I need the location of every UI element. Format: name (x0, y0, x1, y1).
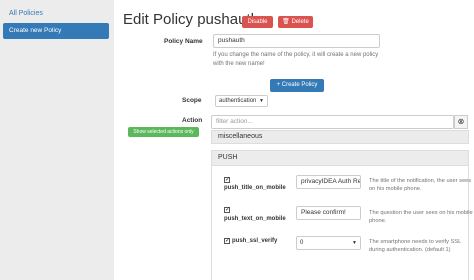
action-name-push-title-on-mobile: push_title_on_mobile (224, 185, 286, 191)
chevron-down-icon: ▼ (352, 240, 357, 246)
scope-select-value: authentication (219, 98, 257, 104)
policy-name-label: Policy Name (164, 38, 203, 45)
sidebar-item-create-new-policy[interactable]: Create new Policy (3, 23, 109, 39)
show-selected-actions-button[interactable]: Show selected actions only (128, 127, 199, 137)
push-title-on-mobile-input[interactable]: privacyIDEA Auth Re (296, 175, 361, 189)
checkmark-icon: ✓ (225, 238, 231, 244)
push-title-on-mobile-help: The title of the notification, the user … (369, 178, 472, 192)
policy-name-input[interactable]: pushauth (213, 34, 380, 48)
sidebar: All Policies Create new Policy (0, 0, 114, 280)
checkmark-icon: ✓ (225, 207, 231, 213)
push-ssl-verify-select[interactable]: 0 ▼ (296, 236, 361, 250)
policy-name-help: If you change the name of the policy, it… (213, 52, 379, 67)
clear-filter-button[interactable]: ⊗ (454, 115, 468, 129)
delete-button[interactable]: 🗑 Delete (278, 16, 313, 28)
scope-label: Scope (182, 97, 202, 104)
checkbox-push-ssl-verify[interactable]: ✓ (224, 238, 230, 244)
create-policy-label: Create Policy (281, 82, 318, 88)
sidebar-item-all-policies[interactable]: All Policies (9, 10, 43, 17)
push-text-on-mobile-help: The question the user sees on his mobile… (369, 210, 473, 224)
delete-label: Delete (291, 19, 309, 25)
filter-action-input[interactable]: filter action... (211, 115, 454, 129)
group-header-push[interactable]: PUSH (211, 150, 469, 166)
scope-select[interactable]: authentication ▼ (215, 95, 268, 107)
action-name-push-text-on-mobile: push_text_on_mobile (224, 216, 286, 222)
action-name-push-ssl-verify: push_ssl_verify (232, 238, 278, 244)
page-title: Edit Policy pushauth (123, 11, 259, 28)
push-text-on-mobile-input[interactable]: Please confirm! (296, 206, 361, 220)
checkbox-push-text-on-mobile[interactable]: ✓ (224, 207, 230, 213)
disable-button[interactable]: Disable (242, 16, 273, 28)
plus-icon: + (276, 82, 281, 88)
times-circle-icon: ⊗ (457, 117, 465, 126)
push-ssl-verify-value: 0 (300, 240, 304, 246)
action-label: Action (182, 117, 203, 124)
checkmark-icon: ✓ (225, 177, 231, 183)
create-policy-button[interactable]: + Create Policy (270, 79, 324, 92)
trash-icon: 🗑 (282, 19, 290, 25)
checkbox-push-title-on-mobile[interactable]: ✓ (224, 177, 230, 183)
chevron-down-icon: ▼ (259, 98, 264, 104)
group-header-miscellaneous[interactable]: miscellaneous (211, 130, 469, 144)
push-ssl-verify-help: The smartphone needs to verify SSL durin… (369, 239, 462, 253)
